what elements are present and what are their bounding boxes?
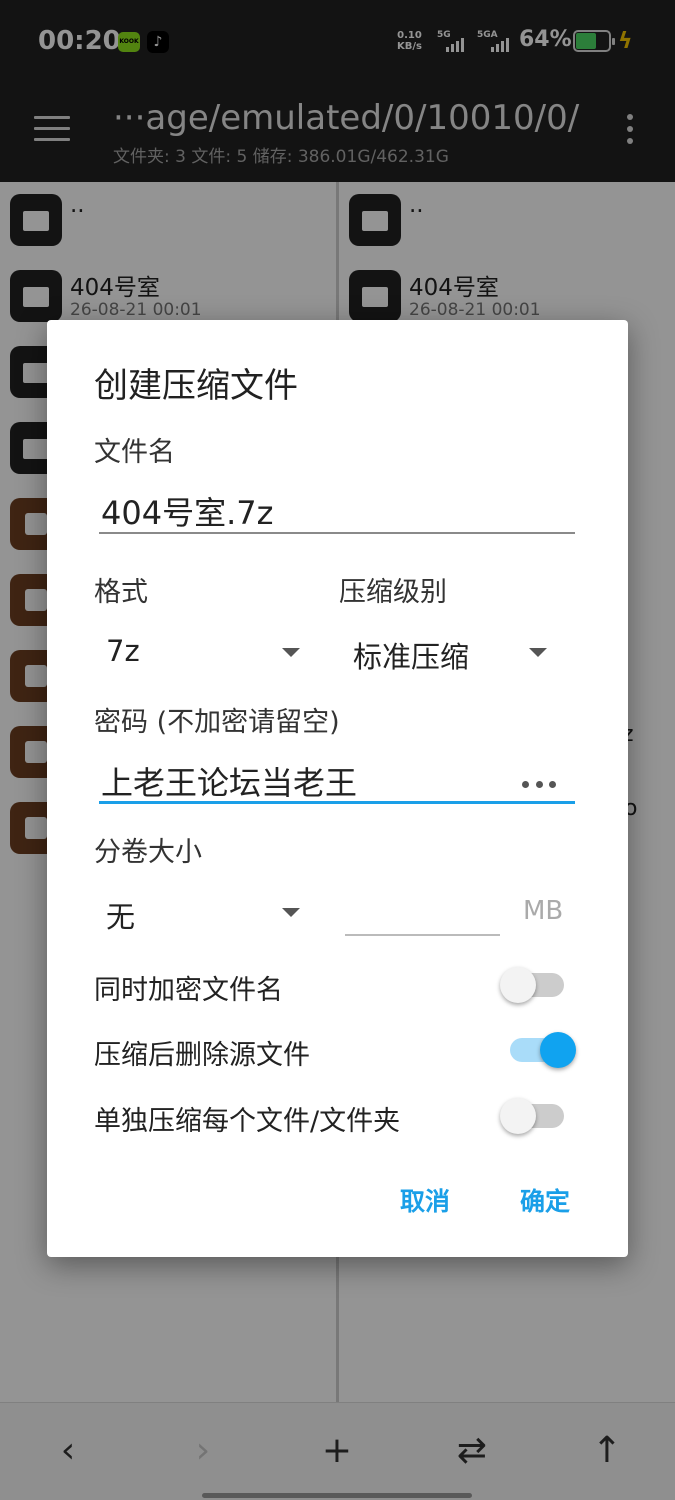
- split-size-value: 无: [106, 900, 136, 934]
- compress-separately-switch[interactable]: [500, 1096, 576, 1136]
- split-size-input[interactable]: [345, 888, 500, 936]
- delete-source-switch[interactable]: [500, 1030, 576, 1070]
- format-dropdown[interactable]: 7z: [94, 628, 314, 678]
- create-archive-dialog: 创建压缩文件 文件名 404号室.7z 格式 压缩级别 7z 标准压缩 密码 (…: [47, 320, 628, 1257]
- filename-input[interactable]: 404号室.7z: [99, 488, 575, 534]
- password-visibility-icon[interactable]: [522, 777, 556, 791]
- encrypt-filenames-switch[interactable]: [500, 965, 576, 1005]
- dropdown-arrow-icon: [282, 648, 300, 657]
- split-size-dropdown[interactable]: 无: [94, 888, 314, 938]
- format-label: 格式: [94, 577, 148, 608]
- dropdown-arrow-icon: [529, 648, 547, 657]
- delete-source-label: 压缩后删除源文件: [94, 1040, 310, 1071]
- format-value: 7z: [106, 634, 140, 668]
- compression-level-dropdown[interactable]: 标准压缩: [341, 628, 561, 678]
- split-size-unit: MB: [523, 896, 564, 926]
- password-label: 密码 (不加密请留空): [94, 707, 340, 738]
- filename-label: 文件名: [94, 437, 175, 468]
- password-input[interactable]: 上老王论坛当老王: [99, 758, 575, 804]
- compression-level-value: 标准压缩: [353, 640, 470, 674]
- compress-separately-label: 单独压缩每个文件/文件夹: [94, 1106, 401, 1137]
- dropdown-arrow-icon: [282, 908, 300, 917]
- compression-level-label: 压缩级别: [339, 577, 447, 608]
- split-size-label: 分卷大小: [94, 837, 202, 868]
- cancel-button[interactable]: 取消: [400, 1182, 450, 1218]
- encrypt-filenames-label: 同时加密文件名: [94, 975, 283, 1006]
- dialog-title: 创建压缩文件: [94, 366, 298, 406]
- ok-button[interactable]: 确定: [520, 1182, 570, 1218]
